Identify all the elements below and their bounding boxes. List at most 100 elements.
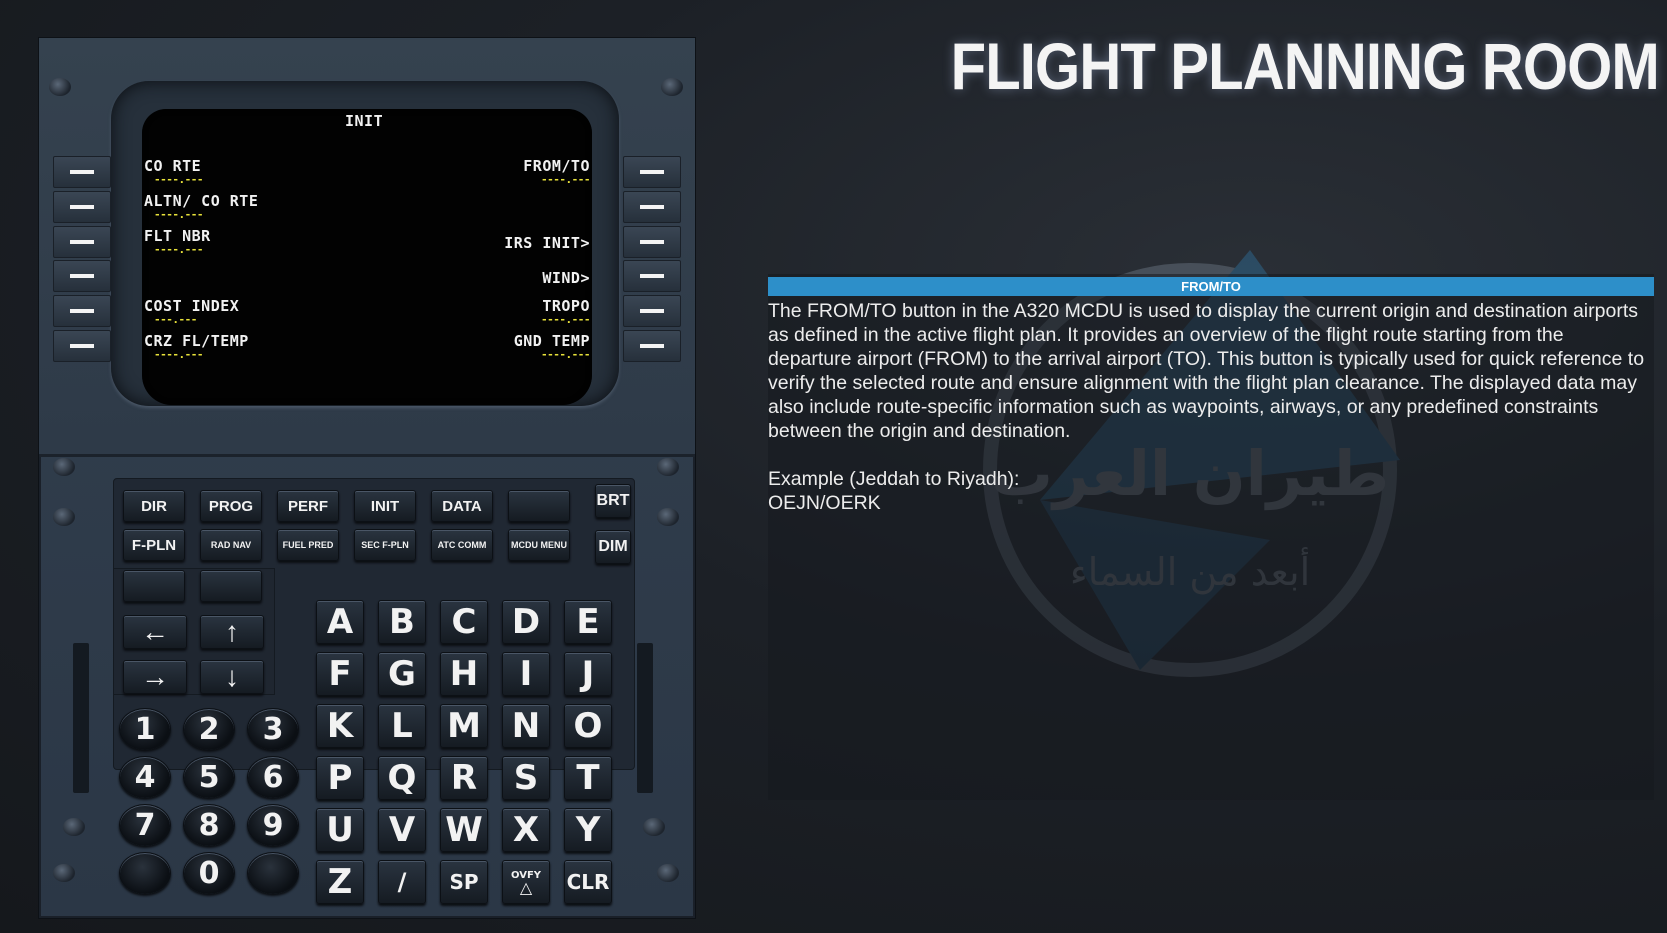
key-y[interactable]: Y [564,808,612,852]
screen-value-flt-nbr: ----.--- [154,243,203,256]
screw [53,458,75,476]
screw [657,864,679,882]
key-h[interactable]: H [440,652,488,696]
lsk-3l[interactable] [53,226,111,258]
key-perf[interactable]: PERF [277,490,339,522]
key-arrow-down[interactable]: ↓ [200,660,264,694]
key-9[interactable]: 9 [247,804,299,846]
key-k[interactable]: K [316,704,364,748]
key-u[interactable]: U [316,808,364,852]
screen-header: INIT [345,112,384,130]
lsk-5l[interactable] [53,295,111,327]
key-o[interactable]: O [564,704,612,748]
mcdu-display-unit: INIT CO RTE ----.--- ALTN/ CO RTE ----.-… [39,38,695,457]
key-blank-left[interactable] [123,570,185,602]
key-6[interactable]: 6 [247,756,299,798]
key-mcdu-menu[interactable]: MCDU MENU [508,529,570,561]
key-0[interactable]: 0 [183,852,235,894]
screw [657,458,679,476]
lsk-1r[interactable] [623,156,681,188]
key-ovfy[interactable]: OVFY △ [502,860,550,904]
key-plus-minus[interactable] [247,852,299,894]
lsk-4r[interactable] [623,260,681,292]
screen-label-wind: WIND> [542,269,590,287]
key-v[interactable]: V [378,808,426,852]
slot-left [73,643,89,793]
mcdu-screen: INIT CO RTE ----.--- ALTN/ CO RTE ----.-… [142,109,592,405]
key-7[interactable]: 7 [119,804,171,846]
key-m[interactable]: M [440,704,488,748]
key-decimal[interactable] [119,852,171,894]
key-z[interactable]: Z [316,860,364,904]
key-w[interactable]: W [440,808,488,852]
key-d[interactable]: D [502,600,550,644]
key-arrow-right[interactable]: → [123,660,187,694]
screw [53,864,75,882]
slot-right [637,643,653,793]
key-j[interactable]: J [564,652,612,696]
key-atc-comm[interactable]: ATC COMM [431,529,493,561]
key-p[interactable]: P [316,756,364,800]
lsk-2r[interactable] [623,191,681,223]
key-n[interactable]: N [502,704,550,748]
key-r[interactable]: R [440,756,488,800]
key-c[interactable]: C [440,600,488,644]
key-i[interactable]: I [502,652,550,696]
screw [657,508,679,526]
key-8[interactable]: 8 [183,804,235,846]
key-arrow-up[interactable]: ↑ [200,615,264,649]
lsk-4l[interactable] [53,260,111,292]
key-init[interactable]: INIT [354,490,416,522]
key-s[interactable]: S [502,756,550,800]
key-4[interactable]: 4 [119,756,171,798]
lsk-5r[interactable] [623,295,681,327]
page-title: FLIGHT PLANNING ROOM [950,29,1660,103]
lsk-2l[interactable] [53,191,111,223]
lsk-1l[interactable] [53,156,111,188]
lsk-6l[interactable] [53,330,111,362]
example-label: Example (Jeddah to Riyadh): [768,468,1020,490]
key-l[interactable]: L [378,704,426,748]
key-2[interactable]: 2 [183,708,235,750]
key-b[interactable]: B [378,600,426,644]
key-t[interactable]: T [564,756,612,800]
screw [63,818,85,836]
example-value: OEJN/OERK [768,492,881,514]
key-slash[interactable]: / [378,860,426,904]
key-sp[interactable]: SP [440,860,488,904]
screen-value-cost-index: ---.--- [154,313,197,326]
lsk-6r[interactable] [623,330,681,362]
key-sec-f-pln[interactable]: SEC F-PLN [354,529,416,561]
key-q[interactable]: Q [378,756,426,800]
key-prog[interactable]: PROG [200,490,262,522]
key-brt[interactable]: BRT [595,484,631,518]
key-dir[interactable]: DIR [123,490,185,522]
key-1[interactable]: 1 [119,708,171,750]
info-header: FROM/TO [768,277,1654,296]
screen-value-altn-co-rte: ----.--- [154,208,203,221]
key-f[interactable]: F [316,652,364,696]
key-x[interactable]: X [502,808,550,852]
key-5[interactable]: 5 [183,756,235,798]
key-g[interactable]: G [378,652,426,696]
screw [643,818,665,836]
screw [49,78,71,96]
key-a[interactable]: A [316,600,364,644]
mcdu-panel: INIT CO RTE ----.--- ALTN/ CO RTE ----.-… [38,37,696,919]
screen-value-gnd-temp: ----.--- [541,348,590,361]
key-data[interactable]: DATA [431,490,493,522]
key-fuel-pred[interactable]: FUEL PRED [277,529,339,561]
key-f-pln[interactable]: F-PLN [123,529,185,561]
lsk-3r[interactable] [623,226,681,258]
screen-value-co-rte: ----.--- [154,173,203,186]
key-3[interactable]: 3 [247,708,299,750]
key-clr[interactable]: CLR [564,860,612,904]
info-body: The FROM/TO button in the A320 MCDU is u… [768,299,1648,515]
key-arrow-left[interactable]: ← [123,615,187,649]
key-e[interactable]: E [564,600,612,644]
key-dim[interactable]: DIM [595,530,631,564]
key-rad-nav[interactable]: RAD NAV [200,529,262,561]
key-blank-right[interactable] [200,570,262,602]
triangle-icon: △ [519,877,533,897]
key-blank[interactable] [508,490,570,522]
